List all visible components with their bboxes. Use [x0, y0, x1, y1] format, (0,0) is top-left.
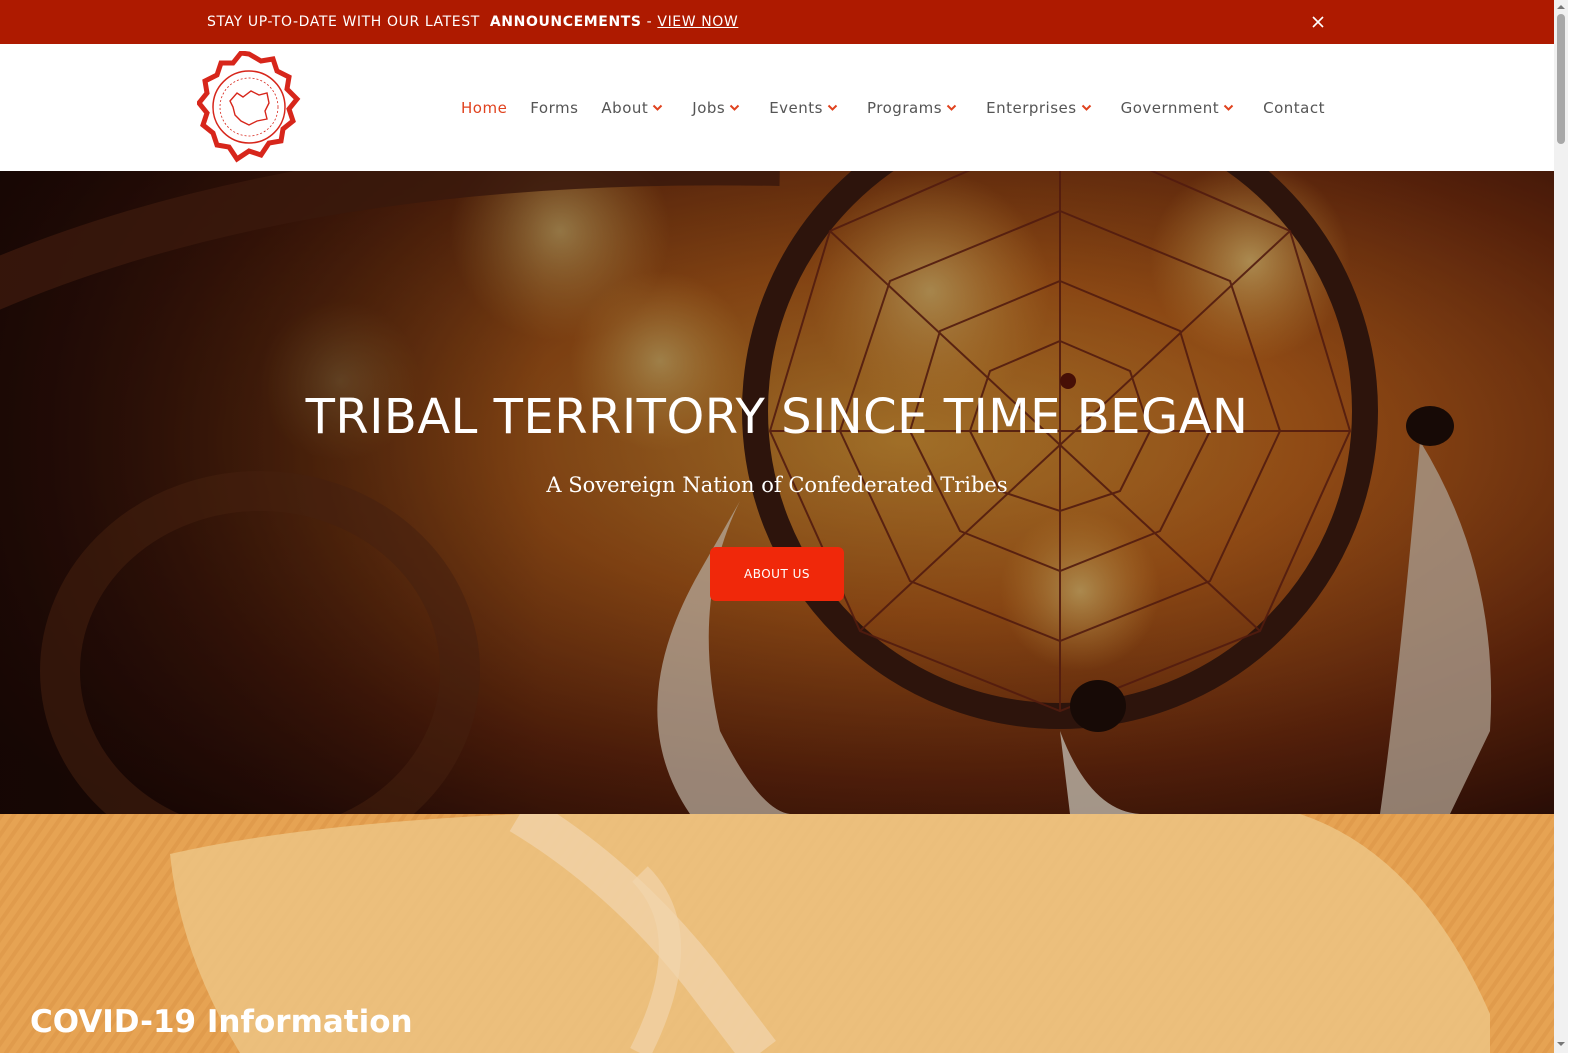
announcement-strong: ANNOUNCEMENTS: [489, 14, 642, 30]
chevron-down-icon: [1223, 104, 1234, 111]
nav-about[interactable]: About: [601, 99, 663, 117]
scrollbar-thumb[interactable]: [1557, 14, 1565, 144]
covid-title: COVID-19 Information: [30, 1004, 413, 1040]
nav-government-label: Government: [1120, 99, 1220, 117]
nav-forms-label: Forms: [530, 99, 579, 117]
chevron-down-icon: [653, 104, 663, 111]
nav-programs-label: Programs: [867, 99, 943, 117]
window-edge: [1568, 0, 1584, 1053]
announcement-bar: STAY UP-TO-DATE WITH OUR LATEST ANNOUNCEM…: [0, 0, 1568, 44]
close-icon[interactable]: [1308, 12, 1328, 32]
covid-section: COVID-19 Information: [0, 814, 1554, 1053]
nav-home[interactable]: Home: [461, 99, 507, 117]
nav-enterprises[interactable]: Enterprises: [986, 99, 1091, 117]
nav-jobs-label: Jobs: [692, 99, 726, 117]
tribal-seal-logo[interactable]: [197, 51, 301, 163]
nav-forms[interactable]: Forms: [530, 99, 578, 117]
nav-about-label: About: [601, 99, 649, 117]
chevron-down-icon: [827, 104, 838, 111]
main-nav: Home Forms About Jobs Events Programs En…: [461, 96, 1325, 120]
chevron-down-icon: [729, 104, 740, 111]
nav-home-label: Home: [461, 99, 508, 117]
announcement-separator: -: [641, 14, 658, 30]
site-header: Home Forms About Jobs Events Programs En…: [0, 44, 1554, 171]
scroll-up-arrow-icon[interactable]: [1557, 3, 1565, 11]
hero-subtitle: A Sovereign Nation of Confederated Tribe…: [546, 473, 1008, 497]
nav-events[interactable]: Events: [769, 99, 838, 117]
nav-government[interactable]: Government: [1121, 99, 1235, 117]
announcement-text: STAY UP-TO-DATE WITH OUR LATEST ANNOUNCEM…: [207, 14, 738, 30]
hero-section: TRIBAL TERRITORY SINCE TIME BEGAN A Sove…: [0, 171, 1554, 814]
chevron-down-icon: [1081, 104, 1091, 111]
nav-events-label: Events: [769, 99, 823, 117]
view-now-link[interactable]: VIEW NOW: [657, 14, 738, 30]
nav-contact-label: Contact: [1263, 99, 1325, 117]
about-us-button[interactable]: ABOUT US: [710, 547, 844, 601]
hero-title: TRIBAL TERRITORY SINCE TIME BEGAN: [305, 389, 1249, 445]
nav-jobs[interactable]: Jobs: [692, 99, 740, 117]
scroll-down-arrow-icon[interactable]: [1557, 1040, 1565, 1048]
nav-enterprises-label: Enterprises: [986, 99, 1077, 117]
page-scrollbar[interactable]: [1554, 0, 1568, 1053]
nav-contact[interactable]: Contact: [1263, 99, 1325, 117]
nav-programs[interactable]: Programs: [867, 99, 957, 117]
announcement-lead: STAY UP-TO-DATE WITH OUR LATEST: [207, 14, 480, 30]
chevron-down-icon: [946, 104, 957, 111]
